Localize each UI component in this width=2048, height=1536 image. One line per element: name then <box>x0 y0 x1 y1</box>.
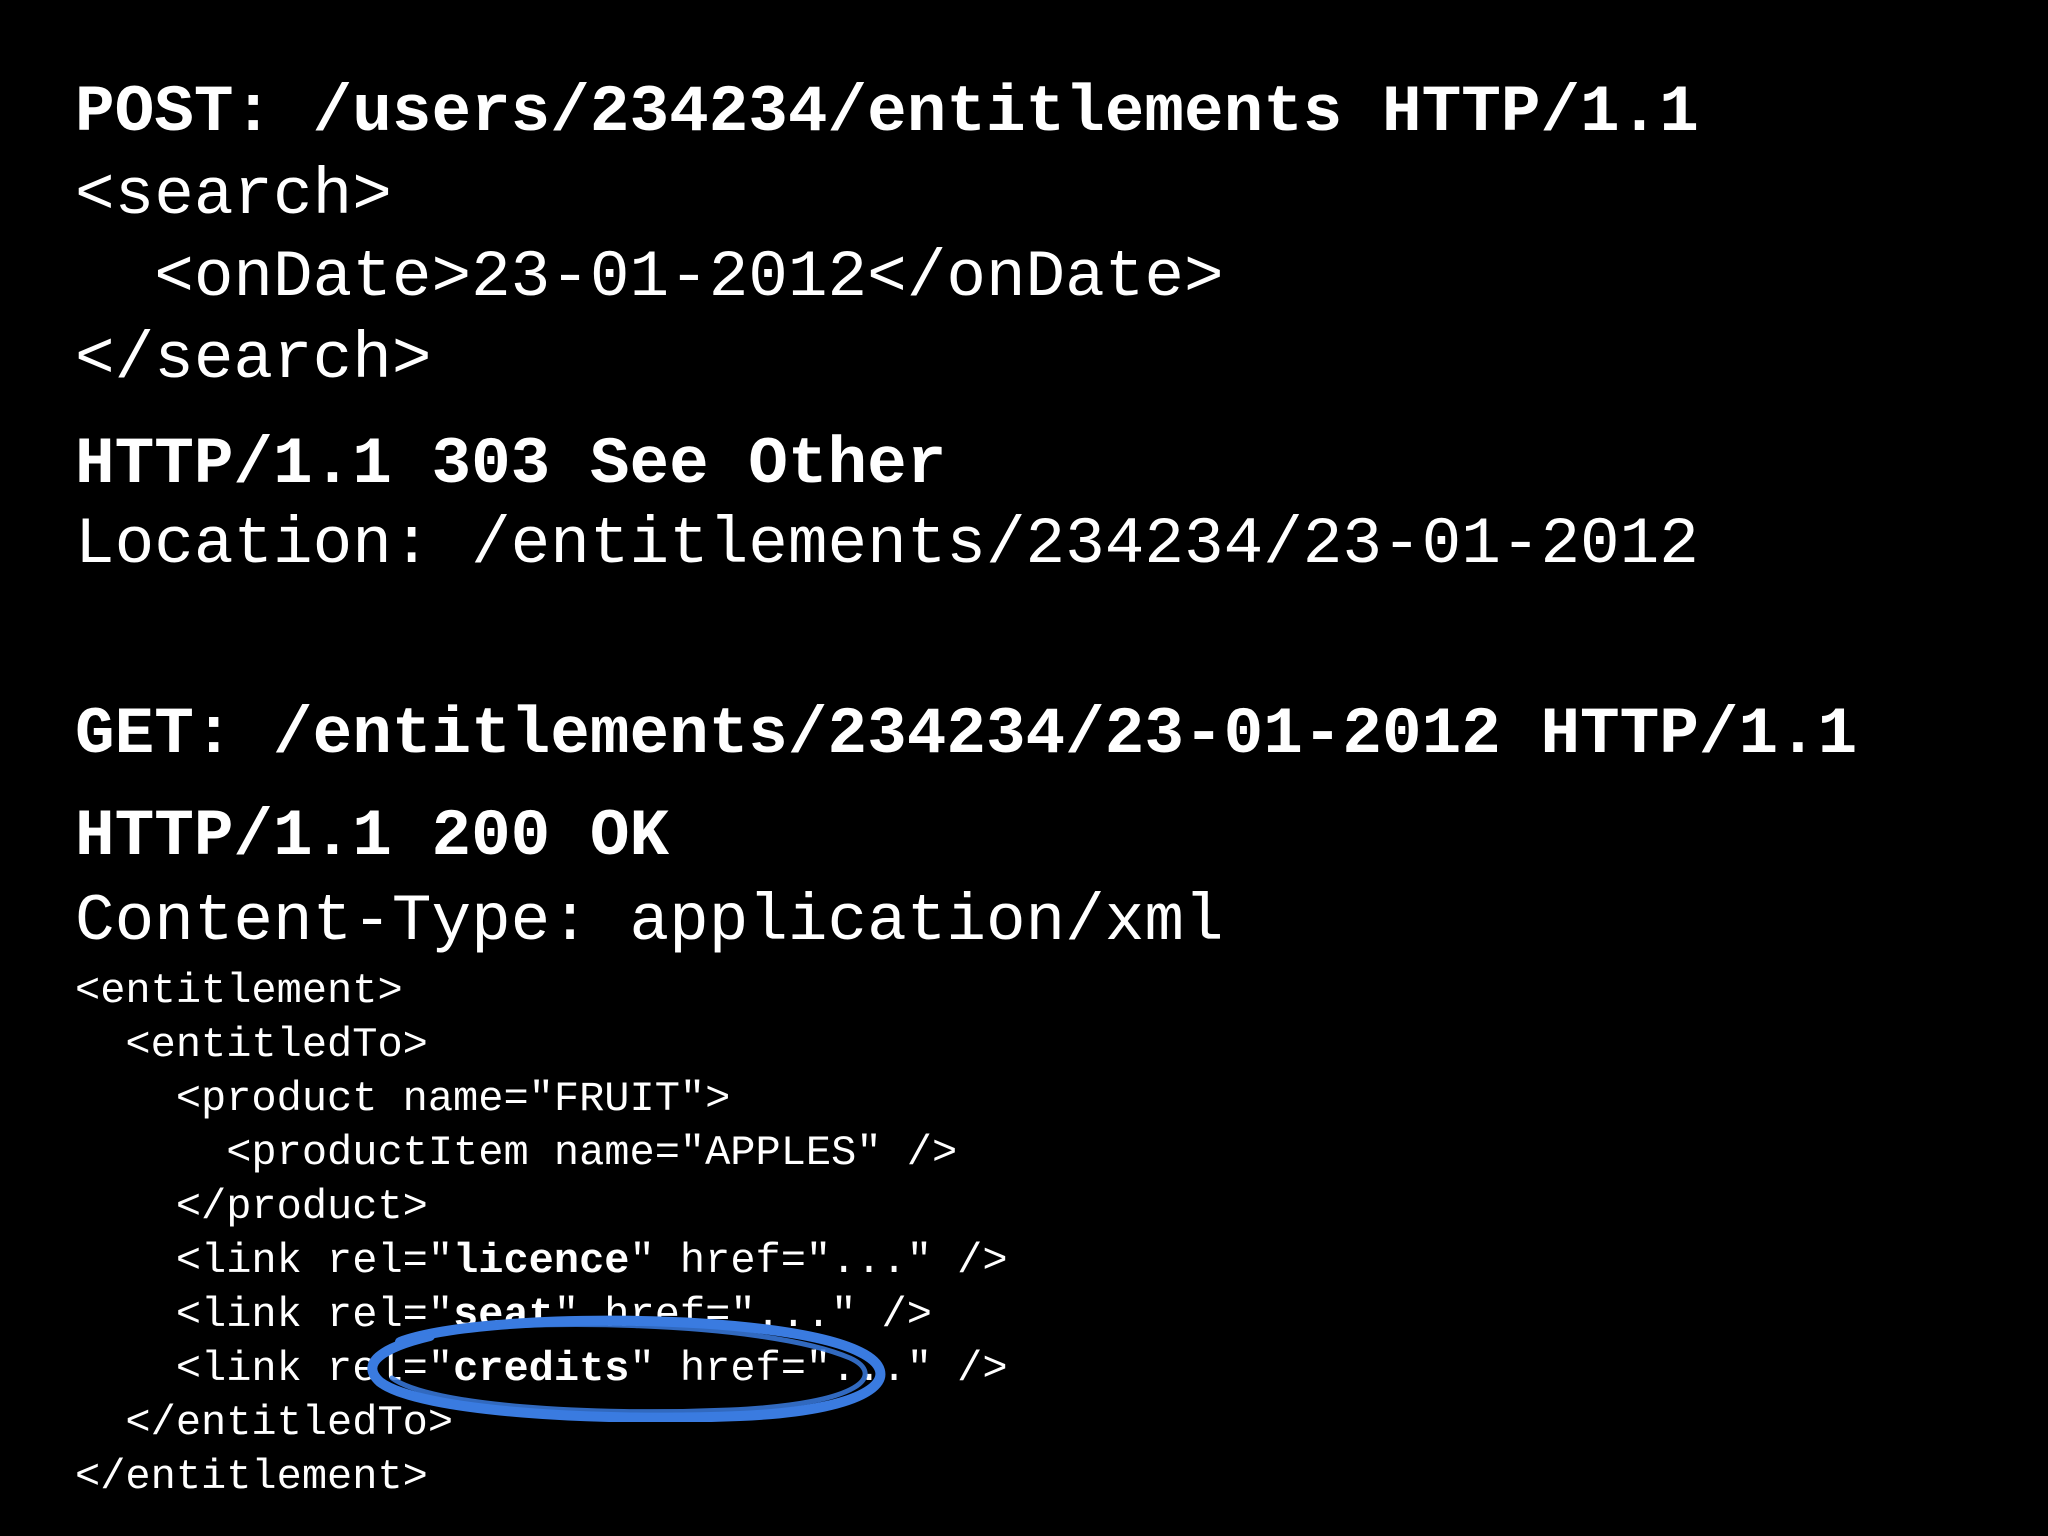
link-prefix: <link rel=" <box>75 1345 454 1393</box>
get-request-line: GET: /entitlements/234234/23-01-2012 HTT… <box>75 697 1858 772</box>
xml-product-open: <product name="FRUIT"> <box>75 1075 731 1123</box>
xml-search-open: <search> <box>75 158 392 233</box>
link-prefix: <link rel=" <box>75 1237 454 1285</box>
link-suffix: " href="..." /> <box>553 1291 932 1339</box>
xml-ondate: <onDate>23-01-2012</onDate> <box>75 240 1224 315</box>
xml-link-credits: <link rel="credits" href="..." /> <box>75 1348 1008 1390</box>
xml-entitledto-close: </entitledTo> <box>75 1399 454 1447</box>
xml-link-licence: <link rel="licence" href="..." /> <box>75 1240 1008 1282</box>
rel-credits-value: credits <box>453 1345 630 1393</box>
xml-entitledto-open: <entitledTo> <box>75 1021 428 1069</box>
xml-productitem: <productItem name="APPLES" /> <box>75 1129 958 1177</box>
post-request-line: POST: /users/234234/entitlements HTTP/1.… <box>75 75 1699 150</box>
xml-search-close: </search> <box>75 322 432 397</box>
rel-seat-value: seat <box>453 1291 554 1339</box>
response-303-status: HTTP/1.1 303 See Other <box>75 427 947 502</box>
link-suffix: " href="..." /> <box>629 1345 1008 1393</box>
xml-entitlement-close: </entitlement> <box>75 1453 428 1501</box>
link-suffix: " href="..." /> <box>629 1237 1008 1285</box>
xml-product-close: </product> <box>75 1183 428 1231</box>
location-header: Location: /entitlements/234234/23-01-201… <box>75 507 1699 582</box>
response-200-status: HTTP/1.1 200 OK <box>75 799 670 874</box>
link-prefix: <link rel=" <box>75 1291 454 1339</box>
xml-link-seat: <link rel="seat" href="..." /> <box>75 1294 932 1336</box>
content-type-header: Content-Type: application/xml <box>75 884 1224 959</box>
rel-licence-value: licence <box>453 1237 630 1285</box>
xml-entitlement-open: <entitlement> <box>75 967 403 1015</box>
